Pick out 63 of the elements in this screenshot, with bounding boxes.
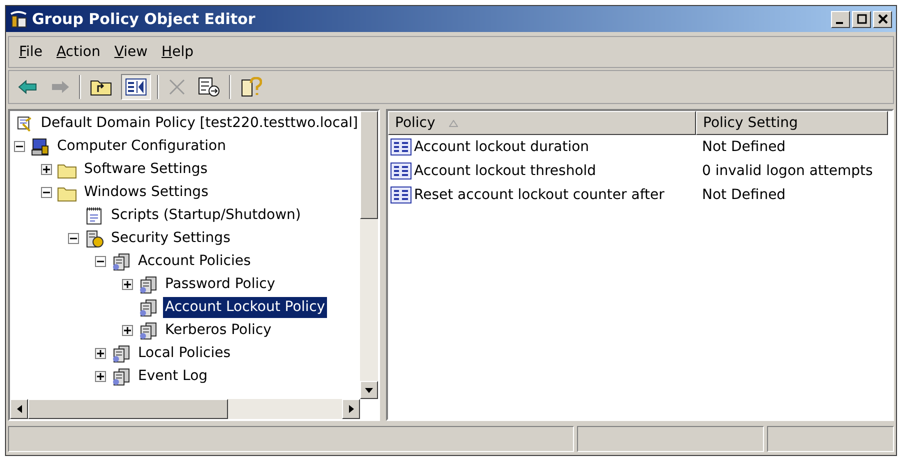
tree-item[interactable]: Security Settings: [109, 228, 232, 249]
column-header[interactable]: Policy Setting: [696, 111, 888, 135]
maximize-icon: [856, 14, 866, 24]
window-title: Group Policy Object Editor: [32, 8, 256, 30]
policy-name[interactable]: Reset account lockout counter after: [414, 184, 664, 206]
folder-up-icon[interactable]: [90, 78, 112, 96]
policy-servers-icon: [111, 368, 131, 386]
collapse-box[interactable]: [68, 233, 79, 244]
policy-servers-icon: [111, 344, 131, 362]
tree-item[interactable]: Kerberos Policy: [163, 320, 274, 341]
column-header[interactable]: Policy: [388, 111, 696, 135]
back-arrow-icon[interactable]: [18, 79, 38, 95]
expand-box[interactable]: [122, 325, 133, 336]
minimize-icon: [836, 22, 843, 24]
scroll-down-icon[interactable]: [365, 388, 373, 392]
tree-item[interactable]: Software Settings: [82, 159, 210, 180]
show-hide-tree-icon[interactable]: [125, 78, 147, 96]
policy-servers-icon: [111, 252, 131, 270]
expand-box[interactable]: [95, 348, 106, 359]
tree-item[interactable]: Password Policy: [163, 274, 278, 295]
policy-servers-icon: [138, 322, 158, 340]
policy-setting-icon: [390, 162, 412, 180]
tree-item[interactable]: Account Lockout Policy: [163, 297, 328, 318]
expand-box[interactable]: [122, 279, 133, 290]
shield-server-icon: [84, 230, 104, 248]
policy-setting-icon: [390, 138, 412, 156]
menu-item[interactable]: File: [15, 42, 46, 62]
maximize-button[interactable]: [852, 10, 871, 28]
policy-app-icon: [10, 10, 28, 28]
policy-setting-value: Not Defined: [701, 186, 786, 204]
close-icon: [878, 14, 888, 24]
expand-box[interactable]: [95, 371, 106, 382]
scroll-left-icon[interactable]: [16, 405, 22, 413]
menu-item[interactable]: Action: [52, 42, 104, 62]
menu-item[interactable]: Help: [158, 42, 198, 62]
tree-item[interactable]: Local Policies: [136, 343, 233, 364]
tree-item[interactable]: Account Policies: [136, 251, 253, 272]
collapse-box[interactable]: [41, 187, 52, 198]
minimize-button[interactable]: [831, 10, 850, 28]
script-document-icon: [84, 206, 104, 224]
policy-setting-icon: [390, 186, 412, 204]
policy-setting-value: Not Defined: [701, 138, 786, 156]
close-button[interactable]: [873, 10, 892, 28]
tree-item[interactable]: Windows Settings: [82, 182, 210, 203]
horizontal-scrollbar[interactable]: [10, 399, 360, 419]
menu-item[interactable]: View: [110, 42, 152, 62]
policy-name[interactable]: Account lockout duration: [414, 136, 590, 158]
expand-box[interactable]: [41, 164, 52, 175]
tree-item[interactable]: Event Log: [136, 366, 210, 387]
sort-ascending-icon: [449, 120, 458, 126]
policy-setting-value: 0 invalid logon attempts: [701, 162, 873, 180]
collapse-box[interactable]: [14, 141, 25, 152]
tree-item[interactable]: Default Domain Policy [test220.testtwo.local]: [38, 113, 360, 134]
policy-servers-icon: [138, 298, 158, 316]
toolbar-button[interactable]: [121, 74, 151, 100]
scroll-right-icon[interactable]: [348, 405, 354, 413]
tree-item[interactable]: Computer Configuration: [55, 136, 228, 157]
policy-servers-icon: [138, 276, 158, 294]
computer-icon: [30, 138, 50, 156]
tree-item[interactable]: Scripts (Startup/Shutdown): [109, 205, 303, 226]
collapse-box[interactable]: [95, 256, 106, 267]
vertical-scrollbar[interactable]: [360, 111, 378, 399]
policy-name[interactable]: Account lockout threshold: [414, 160, 596, 182]
